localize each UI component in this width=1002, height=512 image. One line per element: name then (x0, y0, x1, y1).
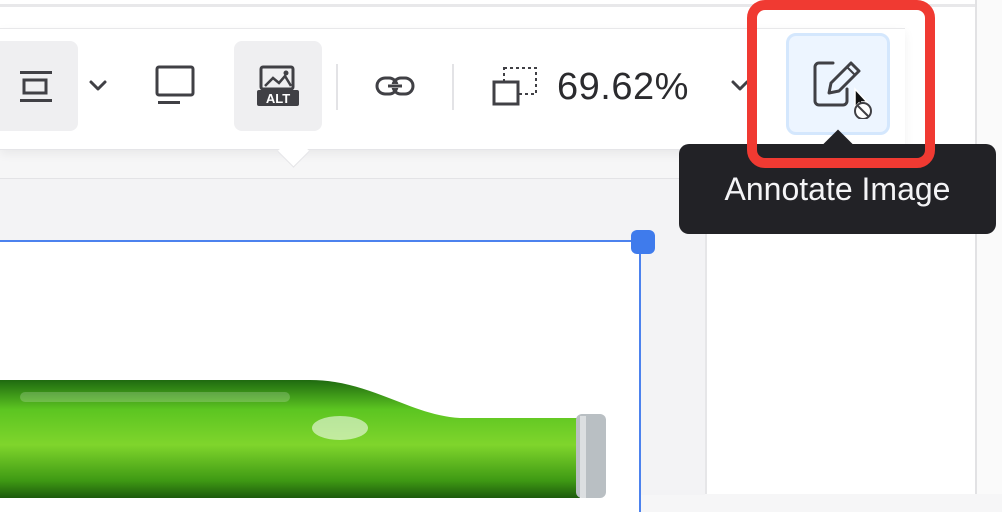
resize-icon (492, 67, 537, 106)
zoom-dropdown-button[interactable] (724, 66, 756, 106)
insert-link-button[interactable] (370, 64, 420, 108)
desktop-icon (155, 65, 195, 104)
annotate-image-button[interactable] (786, 33, 890, 135)
right-scrollbar-gutter[interactable] (975, 0, 1002, 494)
green-bottle-image (0, 380, 606, 498)
display-mode-button[interactable] (146, 56, 204, 116)
annotate-icon (813, 61, 872, 119)
chevron-down-icon (731, 80, 749, 91)
align-dropdown-button[interactable] (82, 66, 114, 106)
toolbar-separator (336, 64, 338, 110)
top-divider (0, 4, 975, 7)
alt-text-icon: ALT (257, 65, 299, 106)
link-icon (375, 76, 415, 96)
zoom-percentage: 69.62% (557, 66, 689, 108)
tooltip-text: Annotate Image (724, 170, 951, 207)
align-center-icon (20, 71, 52, 102)
alt-badge-text: ALT (266, 91, 290, 106)
align-center-button[interactable] (0, 41, 78, 131)
annotate-tooltip: Annotate Image (679, 144, 996, 234)
resize-button[interactable] (486, 60, 544, 112)
toolbar-separator (452, 64, 454, 110)
resize-handle-top-right[interactable] (631, 230, 655, 254)
chevron-down-icon (89, 80, 107, 91)
alt-text-button[interactable]: ALT (234, 41, 322, 131)
